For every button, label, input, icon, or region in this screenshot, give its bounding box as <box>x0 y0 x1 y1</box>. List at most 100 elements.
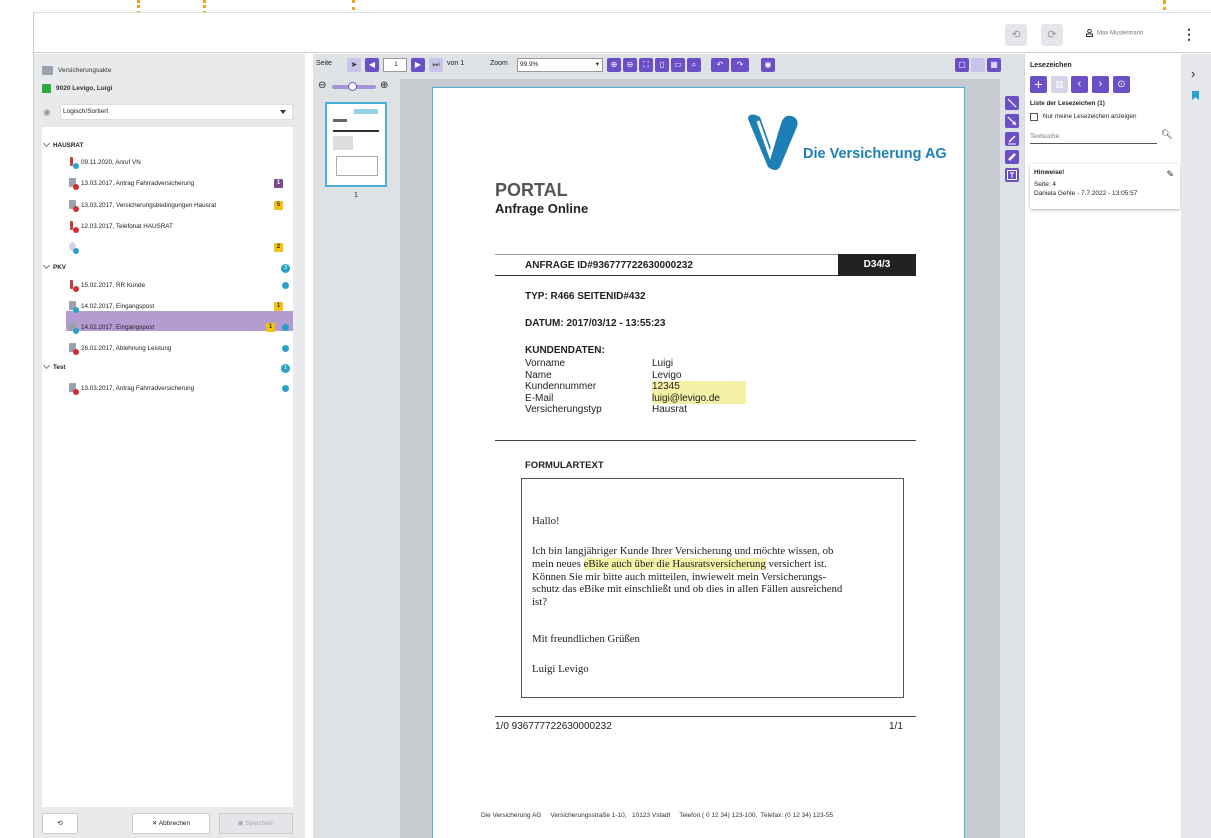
cancel-button[interactable]: ✕ Abbrechen <box>132 813 210 834</box>
body-line: ist? <box>532 596 547 609</box>
thumb-line <box>333 130 379 132</box>
highlighter-icon <box>1008 153 1016 161</box>
bookmark-search-input[interactable] <box>1030 130 1157 144</box>
arrow-tool-button[interactable] <box>1005 114 1019 128</box>
status-dot <box>282 345 289 352</box>
tree-item[interactable]: 14.02.2017, Eingangspost <box>68 322 154 334</box>
zoom-in-button[interactable]: ⊕ <box>607 58 621 72</box>
tree-item[interactable]: 26.01.2017, Ablehnung Leistung <box>68 343 172 355</box>
bookmark-icon[interactable] <box>1192 91 1199 100</box>
search-icon[interactable]: 🔍︎ <box>1161 129 1172 140</box>
field-key: Vorname <box>525 358 566 369</box>
group-test[interactable]: Test <box>42 361 65 371</box>
bookmark-card[interactable]: Hinweise! Seite: 4 Daniela Gehle - 7.7.2… <box>1030 164 1180 209</box>
page-thumbnail[interactable] <box>325 102 387 187</box>
fit-page-button[interactable]: ⛶ <box>639 58 653 72</box>
top-bar: ⟲ ⟳ Max Mustermann ⋮ <box>34 13 1211 53</box>
slider-handle[interactable] <box>348 82 357 91</box>
field-row: Versicherungstyp Hausrat <box>525 404 746 416</box>
field-value: Levigo <box>652 369 682 381</box>
rotate-left-button[interactable]: ↶ <box>711 58 729 72</box>
thumb-form <box>336 156 378 176</box>
chevron-right-icon: › <box>1098 78 1103 90</box>
thumb-title <box>333 119 347 122</box>
undo-button[interactable]: ⟲ <box>1005 24 1027 46</box>
two-page-button[interactable] <box>971 58 985 72</box>
save-label: Speichern <box>245 820 275 827</box>
doc-subtitle: Anfrage Online <box>495 201 589 216</box>
thumbnail-zoom-slider[interactable] <box>332 82 376 91</box>
reset-button[interactable]: ⟲ <box>42 813 78 834</box>
next-bookmark-button[interactable]: › <box>1092 76 1109 93</box>
chevron-right-icon[interactable]: › <box>1191 66 1195 81</box>
view-select-value: Logisch/Sortiert <box>63 108 109 115</box>
document-icon <box>68 200 79 212</box>
tree-item-label: 15.02.2017, RR Kunde <box>81 282 146 290</box>
zoom-area-button[interactable]: ⌕ <box>687 58 701 72</box>
document-tree: HAUSRAT 09.11.2020, Anruf VN 13.03.2017,… <box>42 127 293 807</box>
only-mine-checkbox[interactable] <box>1030 113 1038 121</box>
single-page-button[interactable]: ▢ <box>955 58 969 72</box>
close-icon: ✕ <box>151 820 159 827</box>
tree-item-label: 26.01.2017, Ablehnung Leistung <box>81 345 172 353</box>
zoom-select[interactable]: 99.9% ▾ <box>517 58 603 72</box>
page-label: Seite <box>316 60 332 67</box>
pointer-tool-button[interactable]: ➤ <box>347 58 361 72</box>
save-button[interactable]: ▣ Speichern <box>219 813 293 834</box>
customer-name: 9020 Levigo, Luigi <box>56 85 113 93</box>
tree-item[interactable]: 13.03.2017, Versicherungsbedingungen Hau… <box>68 200 216 212</box>
add-bookmark-button[interactable]: + <box>1030 76 1047 93</box>
next-page-button[interactable]: ▶ <box>411 58 425 72</box>
grid-view-button[interactable]: ▦ <box>987 58 1001 72</box>
highlighter-tool-button[interactable] <box>1005 150 1019 164</box>
history-icon: ⟲ <box>57 820 63 827</box>
thumbnail-strip: ⊖ ⊕ 1 <box>313 79 400 838</box>
pen-tool-button[interactable] <box>1005 132 1019 146</box>
tree-item[interactable]: 14.02.2017, Eingangspost <box>68 301 154 313</box>
fit-height-button[interactable]: ▯ <box>655 58 669 72</box>
side-rail: › <box>1181 54 1211 838</box>
last-page-button[interactable]: ⏭ <box>429 58 443 72</box>
more-vertical-icon[interactable]: ⋮ <box>1182 26 1196 43</box>
view-select[interactable]: Logisch/Sortiert <box>60 104 293 120</box>
group-hausrat[interactable]: HAUSRAT <box>42 139 83 149</box>
fit-width-button[interactable]: ▭ <box>671 58 685 72</box>
request-bar: ANFRAGE ID#936777722630000232 D34/3 <box>495 254 916 276</box>
tree-item[interactable]: 12.03.2017, Telefonat HAUSRAT <box>68 221 173 233</box>
form-text-box: Hallo! Ich bin langjähriger Kunde Ihrer … <box>521 478 904 698</box>
tree-item[interactable]: 09.11.2020, Anruf VN <box>68 157 141 169</box>
bookmarks-panel: Lesezeichen + ▥ ‹ › ⊙ Liste der Lesezeic… <box>1024 54 1181 838</box>
company-name: Die Versicherung AG <box>803 146 947 162</box>
field-value-highlighted: 12345 <box>652 381 746 393</box>
edit-icon[interactable]: ✎ <box>1166 169 1174 180</box>
field-row: Name Levigo <box>525 370 746 382</box>
zoom-label: Zoom <box>490 60 508 67</box>
document-icon <box>68 178 79 190</box>
prev-page-button[interactable]: ◀ <box>365 58 379 72</box>
briefcase-icon <box>42 66 53 75</box>
zoom-out-icon: ⊖ <box>318 80 327 91</box>
tree-item[interactable]: 15.02.2017, RR Kunde <box>68 280 146 292</box>
tree-item[interactable]: 13.03.2017, Antrag Fahrradversicherung <box>68 383 194 395</box>
user-menu[interactable]: Max Mustermann <box>1086 28 1143 37</box>
group-pkv[interactable]: PKV <box>42 261 66 271</box>
tree-item-label: 12.03.2017, Telefonat HAUSRAT <box>81 223 173 231</box>
redo-button[interactable]: ⟳ <box>1041 24 1063 46</box>
bookmark-target-button[interactable]: ⊙ <box>1113 76 1130 93</box>
delete-bookmark-button[interactable]: ▥ <box>1051 76 1068 93</box>
document-icon <box>68 301 79 313</box>
line-tool-button[interactable] <box>1005 96 1019 110</box>
zoom-out-button[interactable]: ⊖ <box>623 58 637 72</box>
body-line: mein neues eBike auch über die Hausratsv… <box>532 557 902 571</box>
akte-label: Versicherungsakte <box>58 67 112 75</box>
tree-item[interactable]: 13.03.2017, Antrag Fahrradversicherung <box>68 178 194 190</box>
text-tool-button[interactable] <box>1005 168 1019 182</box>
prev-bookmark-button[interactable]: ‹ <box>1071 76 1088 93</box>
tree-item-selected[interactable]: 12.03.2017, Anfrage E-Bike <box>68 242 158 254</box>
thumb-fields <box>333 136 353 150</box>
document-page: Die Versicherung AG PORTAL Anfrage Onlin… <box>432 87 965 838</box>
rotate-right-button[interactable]: ↷ <box>731 58 749 72</box>
page-number-input[interactable]: 1 <box>383 58 407 72</box>
arrow-icon <box>1007 116 1017 126</box>
eye-icon[interactable]: ◉ <box>761 58 775 72</box>
